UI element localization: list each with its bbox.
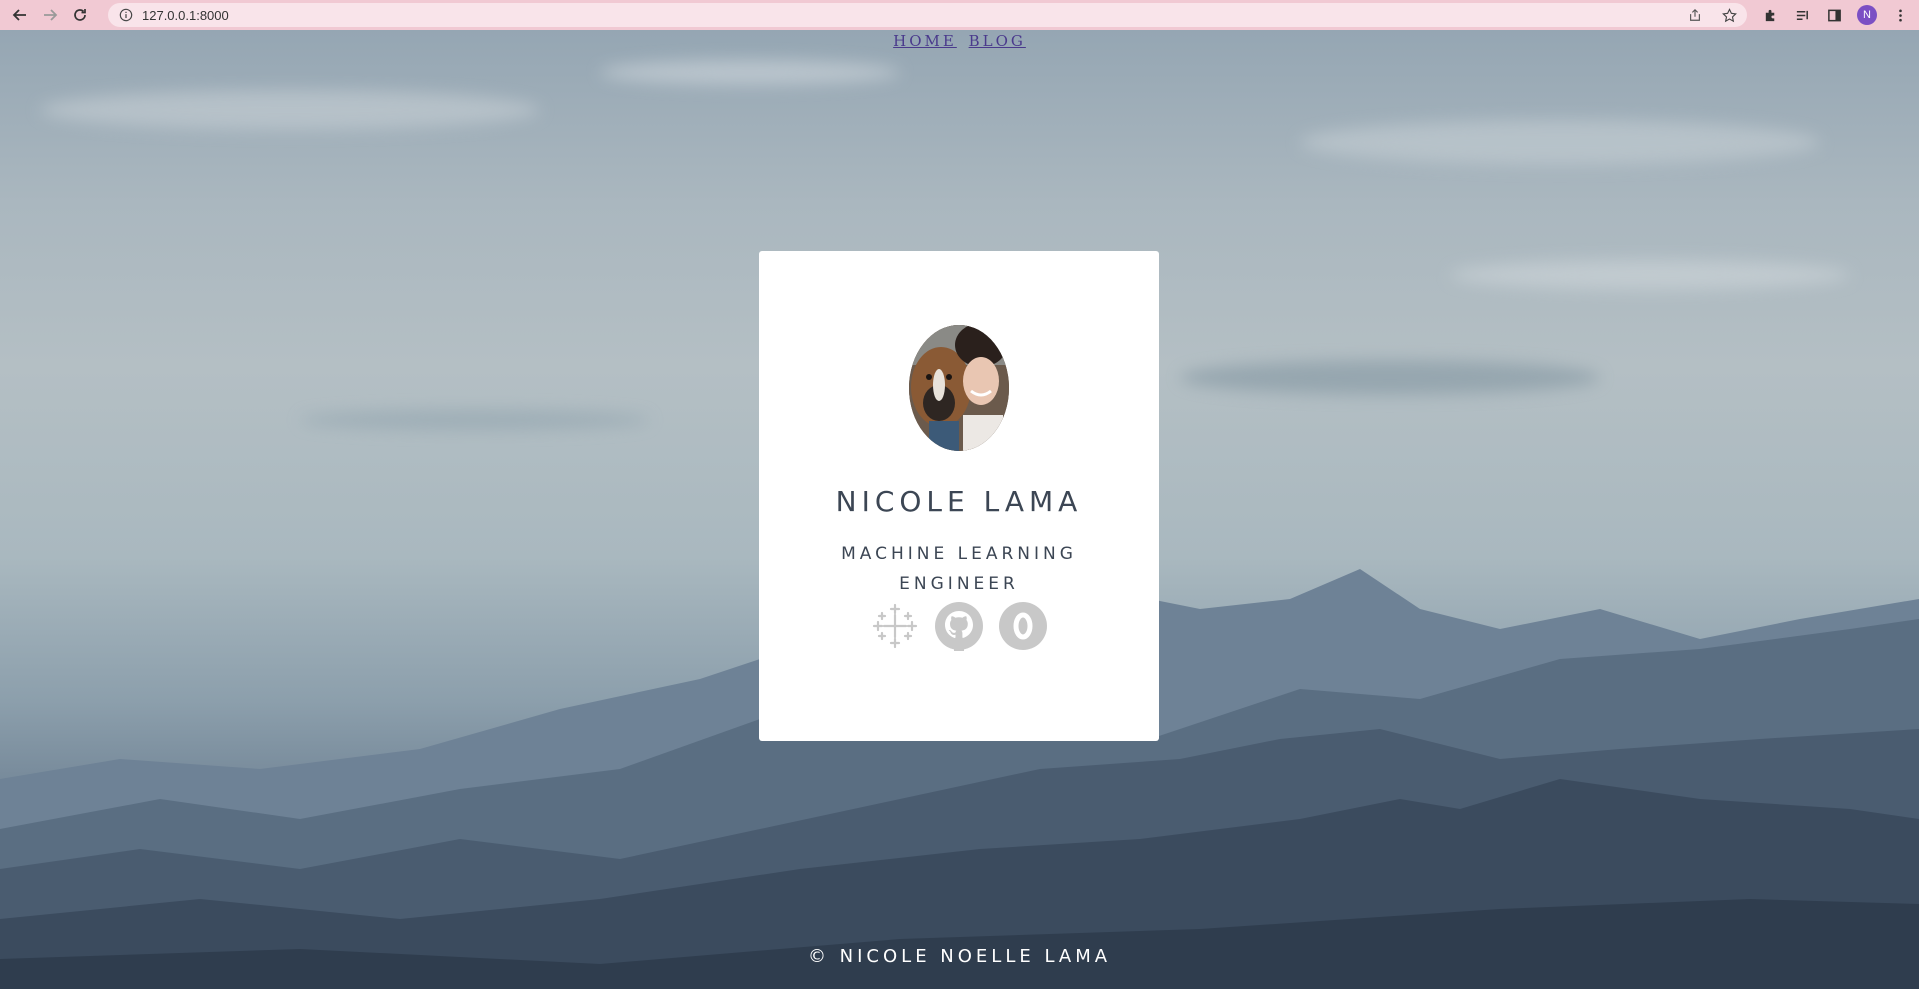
footer-copyright: © NICOLE NOELLE LAMA <box>807 946 1112 967</box>
tableau-icon[interactable] <box>870 601 920 651</box>
address-bar[interactable]: 127.0.0.1:8000 <box>108 3 1747 27</box>
cloud <box>1300 120 1820 165</box>
profile-name: NICOLE LAMA <box>835 485 1083 518</box>
reload-icon[interactable] <box>70 5 90 25</box>
orcid-icon[interactable] <box>998 601 1048 651</box>
profile-title: MACHINE LEARNING ENGINEER <box>819 539 1099 599</box>
back-icon[interactable] <box>10 5 30 25</box>
cloud <box>1180 360 1600 395</box>
cloud <box>300 410 650 430</box>
menu-icon[interactable] <box>1891 6 1909 24</box>
star-icon[interactable] <box>1721 7 1737 23</box>
side-panel-icon[interactable] <box>1825 6 1843 24</box>
reading-list-icon[interactable] <box>1793 6 1811 24</box>
profile-avatar[interactable]: N <box>1857 5 1877 25</box>
page-background: HOME BLOG NICOLE LAMA MACHINE LEARNING E… <box>0 30 1919 989</box>
extensions-icon[interactable] <box>1761 6 1779 24</box>
social-links <box>759 601 1159 651</box>
cloud <box>40 90 540 130</box>
share-icon[interactable] <box>1687 7 1703 23</box>
info-icon[interactable] <box>118 7 134 23</box>
profile-title-line2: ENGINEER <box>899 574 1019 594</box>
nav-blog-link[interactable]: BLOG <box>969 32 1026 50</box>
cloud <box>600 60 900 85</box>
profile-photo <box>909 325 1009 451</box>
github-icon[interactable] <box>934 601 984 651</box>
top-navigation: HOME BLOG <box>0 32 1919 50</box>
nav-home-link[interactable]: HOME <box>893 32 957 50</box>
cloud <box>1450 260 1850 290</box>
url-text[interactable]: 127.0.0.1:8000 <box>142 8 229 23</box>
browser-toolbar: 127.0.0.1:8000 N <box>0 0 1919 30</box>
forward-icon[interactable] <box>40 5 60 25</box>
profile-card: NICOLE LAMA MACHINE LEARNING ENGINEER <box>759 251 1159 741</box>
profile-title-line1: MACHINE LEARNING <box>841 544 1077 564</box>
